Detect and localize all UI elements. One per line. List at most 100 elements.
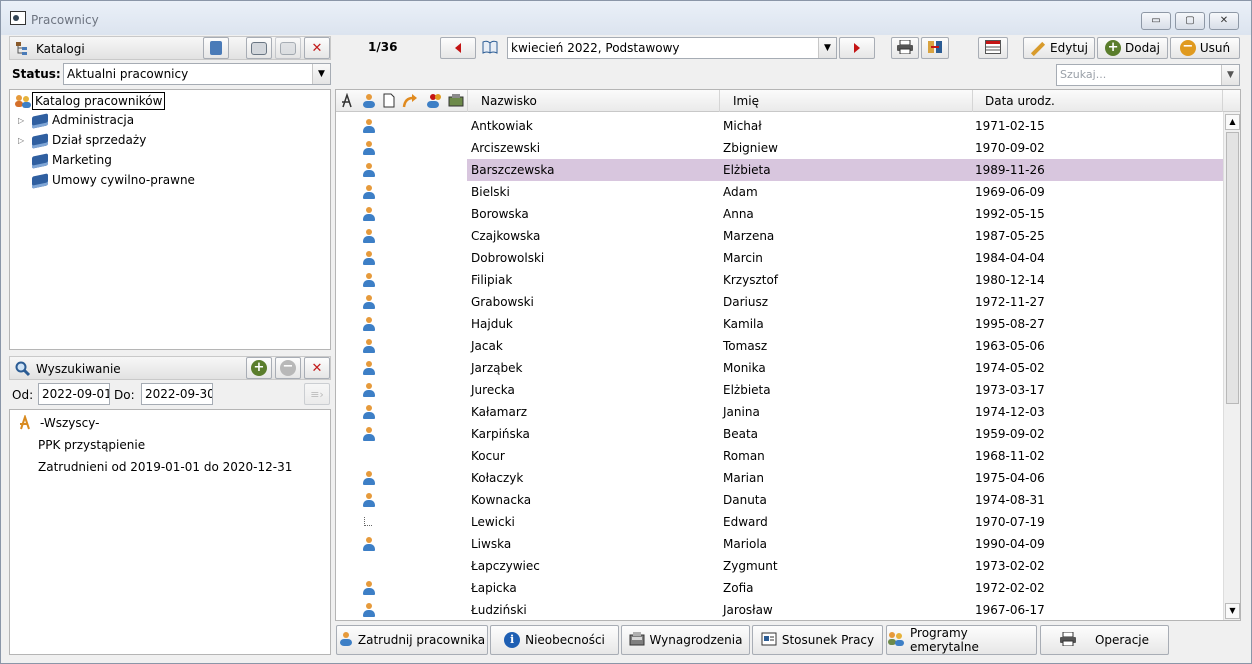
table-row[interactable]: Liwska Mariola 1990-04-09	[336, 533, 1224, 555]
scroll-thumb[interactable]	[1226, 132, 1239, 404]
maximize-button[interactable]: ▢	[1175, 12, 1205, 30]
edit-button[interactable]: Edytuj	[1023, 37, 1095, 59]
table-row[interactable]: Grabowski Dariusz 1972-11-27	[336, 291, 1224, 313]
apply-filter-button[interactable]: ≡›	[304, 383, 330, 405]
chevron-down-icon[interactable]: ▼	[312, 64, 330, 84]
tree-item-marketing[interactable]: Marketing	[32, 152, 112, 169]
cell-surname: Kołaczyk	[471, 471, 524, 485]
table-row[interactable]: Antkowiak Michał 1971-02-15	[336, 115, 1224, 137]
expand-icon[interactable]: ▷	[18, 116, 24, 125]
status-select[interactable]: Aktualni pracownicy ▼	[63, 63, 331, 85]
employment-relation-button[interactable]: Stosunek Pracy	[752, 625, 883, 655]
next-period-button[interactable]	[839, 37, 875, 59]
column-header-name[interactable]: Imię	[733, 94, 759, 108]
table-row[interactable]: Kocur Roman 1968-11-02	[336, 445, 1224, 467]
table-row[interactable]: Hajduk Kamila 1995-08-27	[336, 313, 1224, 335]
scroll-down-button[interactable]: ▼	[1225, 603, 1240, 619]
person-column-icon[interactable]	[362, 93, 376, 111]
tree-root-item[interactable]: Katalog pracowników	[32, 92, 166, 110]
pension-programs-button[interactable]: Programy emerytalne	[886, 625, 1037, 655]
to-date-input[interactable]: 2022-09-30	[141, 383, 213, 405]
table-row[interactable]: Bielski Adam 1969-06-09	[336, 181, 1224, 203]
filter-item-ppk[interactable]: PPK przystąpienie	[38, 438, 145, 452]
print-button[interactable]	[891, 37, 919, 59]
scroll-up-button[interactable]: ▲	[1225, 114, 1240, 130]
tree-item-administracja[interactable]: Administracja	[32, 112, 134, 129]
cell-surname: Kocur	[471, 449, 505, 463]
export-button[interactable]	[921, 37, 949, 59]
from-date-input[interactable]: 2022-09-01	[38, 383, 110, 405]
remove-filter-button[interactable]: −	[275, 357, 301, 379]
table-row[interactable]: Łudziński Jarosław 1967-06-17	[336, 599, 1224, 620]
table-row[interactable]: Czajkowska Marzena 1987-05-25	[336, 225, 1224, 247]
expand-icon[interactable]: ▷	[18, 136, 24, 145]
table-row[interactable]: Jarząbek Monika 1974-05-02	[336, 357, 1224, 379]
person-alert-column-icon[interactable]	[426, 93, 442, 111]
cell-surname: Dobrowolski	[471, 251, 545, 265]
table-row[interactable]: Borowska Anna 1992-05-15	[336, 203, 1224, 225]
cell-surname: Kownacka	[471, 493, 532, 507]
table-row[interactable]: Barszczewska Elżbieta 1989-11-26	[336, 159, 1224, 181]
filter-item-zatrudnieni[interactable]: Zatrudnieni od 2019-01-01 do 2020-12-31	[38, 460, 292, 474]
cell-birthdate: 1963-05-06	[975, 339, 1045, 353]
filter-item-all[interactable]: -Wszyscy-	[40, 416, 99, 430]
minimize-button[interactable]: ▭	[1141, 12, 1171, 30]
table-row[interactable]: Lewicki Edward 1970-07-19	[336, 511, 1224, 533]
to-label: Do:	[114, 388, 135, 402]
cell-birthdate: 1990-04-09	[975, 537, 1045, 551]
vertical-scrollbar[interactable]: ▲ ▼	[1223, 112, 1240, 620]
chevron-down-icon[interactable]: ▼	[1221, 65, 1239, 85]
table-row[interactable]: Jacak Tomasz 1963-05-06	[336, 335, 1224, 357]
period-select[interactable]: kwiecień 2022, Podstawowy ▼	[507, 37, 837, 59]
delete-catalog-button[interactable]: ✕	[304, 37, 330, 59]
person-icon	[362, 603, 376, 618]
edit-catalog-button[interactable]	[275, 37, 301, 59]
add-button[interactable]: + Dodaj	[1097, 37, 1168, 59]
operations-button[interactable]: Operacje	[1040, 625, 1169, 655]
close-window-button[interactable]: ✕	[1209, 12, 1239, 30]
person-icon	[362, 229, 376, 244]
tree-item-dzial-sprzedazy[interactable]: Dział sprzedaży	[32, 132, 146, 149]
column-header-surname[interactable]: Nazwisko	[481, 94, 537, 108]
absences-button[interactable]: i Nieobecności	[490, 625, 619, 655]
hire-employee-button[interactable]: Zatrudnij pracownika	[336, 625, 488, 655]
add-filter-button[interactable]: +	[246, 357, 272, 379]
document-column-icon[interactable]	[383, 93, 395, 111]
person-icon	[362, 361, 376, 376]
table-row[interactable]: Kownacka Danuta 1974-08-31	[336, 489, 1224, 511]
add-catalog-button[interactable]	[246, 37, 272, 59]
cell-name: Adam	[723, 185, 758, 199]
table-row[interactable]: Filipiak Krzysztof 1980-12-14	[336, 269, 1224, 291]
table-row[interactable]: Kołaczyk Marian 1975-04-06	[336, 467, 1224, 489]
arrow-column-icon[interactable]	[402, 93, 418, 111]
cash-column-icon[interactable]	[448, 93, 464, 111]
column-header-birthdate[interactable]: Data urodz.	[985, 94, 1055, 108]
previous-period-button[interactable]	[440, 37, 476, 59]
table-row[interactable]: Kałamarz Janina 1974-12-03	[336, 401, 1224, 423]
table-row[interactable]: Łapicka Zofia 1972-02-02	[336, 577, 1224, 599]
person-icon	[362, 405, 376, 420]
quick-search-input[interactable]: Szukaj... ▼	[1056, 64, 1240, 86]
table-row[interactable]: Karpińska Beata 1959-09-02	[336, 423, 1224, 445]
cell-birthdate: 1973-02-02	[975, 559, 1045, 573]
tree-item-umowy[interactable]: Umowy cywilno-prawne	[32, 172, 195, 189]
cell-birthdate: 1975-04-06	[975, 471, 1045, 485]
filter-column-icon[interactable]	[340, 92, 354, 112]
person-icon	[362, 185, 376, 200]
cell-name: Zbigniew	[723, 141, 778, 155]
users-group-icon	[14, 94, 32, 111]
lock-button[interactable]	[203, 37, 229, 59]
delete-filter-button[interactable]: ✕	[304, 357, 330, 379]
cell-name: Elżbieta	[723, 383, 771, 397]
table-row[interactable]: Łapczywiec Zygmunt 1973-02-02	[336, 555, 1224, 577]
table-row[interactable]: Jurecka Elżbieta 1973-03-17	[336, 379, 1224, 401]
cell-name: Marian	[723, 471, 764, 485]
chevron-down-icon[interactable]: ▼	[818, 38, 836, 58]
cell-birthdate: 1970-09-02	[975, 141, 1045, 155]
salaries-button[interactable]: Wynagrodzenia	[621, 625, 750, 655]
delete-button[interactable]: − Usuń	[1170, 37, 1240, 59]
table-row[interactable]: Arciszewski Zbigniew 1970-09-02	[336, 137, 1224, 159]
columns-button[interactable]	[978, 37, 1008, 59]
cell-name: Dariusz	[723, 295, 769, 309]
table-row[interactable]: Dobrowolski Marcin 1984-04-04	[336, 247, 1224, 269]
